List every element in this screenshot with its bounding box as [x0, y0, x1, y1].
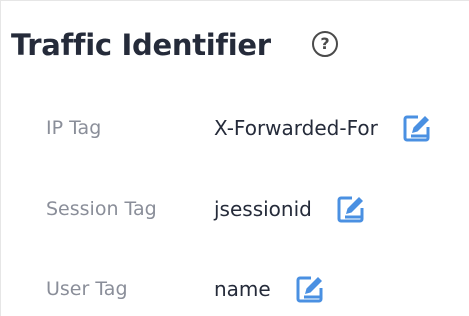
field-value-session-tag: jsessionid	[214, 197, 312, 221]
field-value-group: name	[214, 269, 327, 309]
question-circle-icon[interactable]: ?	[312, 31, 338, 57]
field-value-group: jsessionid	[214, 189, 368, 229]
section-title: Traffic Identifier	[11, 28, 271, 62]
traffic-identifier-panel: Traffic Identifier ? IP Tag X-Forwarded-…	[0, 0, 469, 316]
field-label-ip-tag: IP Tag	[46, 117, 102, 139]
edit-icon[interactable]	[334, 192, 368, 226]
edit-icon[interactable]	[293, 272, 327, 306]
field-label-user-tag: User Tag	[46, 278, 128, 300]
field-row-ip-tag: IP Tag X-Forwarded-For	[1, 108, 469, 148]
field-value-group: X-Forwarded-For	[214, 108, 434, 148]
field-value-user-tag: name	[214, 277, 271, 301]
field-row-session-tag: Session Tag jsessionid	[1, 189, 469, 229]
field-row-user-tag: User Tag name	[1, 269, 469, 309]
field-value-ip-tag: X-Forwarded-For	[214, 116, 378, 140]
edit-icon[interactable]	[400, 111, 434, 145]
field-label-session-tag: Session Tag	[46, 198, 157, 220]
